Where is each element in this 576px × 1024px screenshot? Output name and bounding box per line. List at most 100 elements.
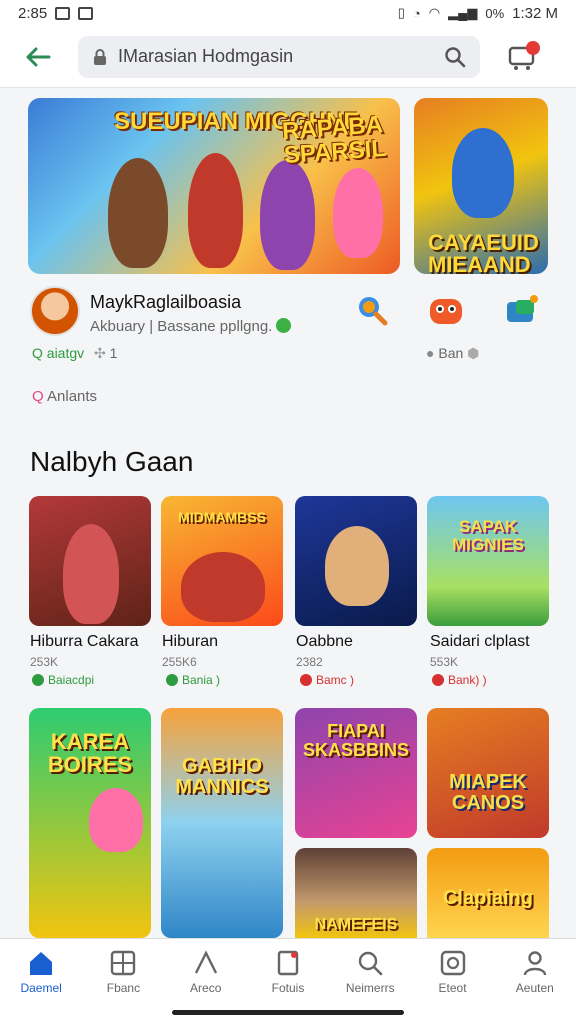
game-tag: Bania ) — [166, 673, 220, 687]
nav-label: Aeuten — [515, 981, 554, 995]
camera-icon — [440, 950, 465, 976]
featured-banner[interactable]: SUEUPIAN MIGGHNE RAPABA SPARSIL — [28, 98, 400, 274]
search-input[interactable]: IMarasian Hodmgasin — [118, 46, 434, 67]
home-icon — [30, 952, 53, 975]
banner-character — [452, 128, 514, 218]
game-art-title: Clapiaing — [442, 887, 533, 909]
nav-label: Eteot — [438, 981, 467, 995]
game-art-title: KAREA BOIRES — [47, 729, 133, 778]
nav-item-camera[interactable]: Eteot — [411, 939, 493, 1024]
puzzle-app-icon[interactable] — [504, 292, 540, 328]
arrow-left-icon — [26, 47, 51, 66]
search-app-icon[interactable] — [354, 292, 390, 328]
game-name[interactable]: Oabbne — [296, 633, 353, 651]
search-icon — [359, 951, 383, 976]
news-icon — [277, 950, 299, 976]
game-art-title: GABIHO MANNICS — [175, 755, 269, 798]
lock-icon — [94, 48, 106, 65]
banner-character — [108, 158, 168, 268]
monster-icon — [430, 299, 462, 324]
search-icon[interactable] — [444, 46, 466, 68]
nav-item-profile[interactable]: Aeuten — [494, 939, 576, 1024]
puzzle-icon — [507, 295, 538, 322]
game-name[interactable]: Hiburan — [162, 633, 218, 651]
game-art-title: MIAPEK CANOS — [449, 771, 527, 814]
top-app-bar: IMarasian Hodmgasin — [0, 26, 576, 88]
vibrate-icon: ▯ — [397, 5, 405, 20]
alarm-icon: ◔ — [412, 5, 421, 21]
nav-label: Daemel — [20, 981, 62, 995]
verified-icon — [276, 318, 291, 333]
status-time: 2:85 — [18, 4, 48, 22]
game-art-title: NAMEFEIS — [314, 916, 398, 934]
shape-icon — [194, 950, 217, 974]
game-size: 253K — [30, 655, 59, 669]
cart-badge — [526, 40, 540, 55]
right-stat: ● Ban ⬢ — [426, 345, 480, 361]
developer-avatar[interactable] — [30, 286, 80, 336]
side-banner-title: CAYAEUID MIEAAND — [428, 230, 539, 275]
game-size: 553K — [430, 655, 459, 669]
rating-icon: Q — [32, 345, 47, 361]
search-bar[interactable]: IMarasian Hodmgasin — [78, 35, 480, 78]
settings-icon: ⬢ — [467, 345, 480, 361]
nav-label: Fbanc — [106, 981, 141, 995]
game-tag: Bank) ) — [432, 673, 487, 687]
monster-app-icon[interactable] — [428, 292, 464, 328]
game-art-title: FIAPAI SKASBBINS — [303, 721, 410, 760]
developer-subtitle: Akbuary | Bassane ppllgng. — [90, 318, 273, 335]
game-tile-6[interactable]: GABIHO MANNICS — [161, 708, 283, 938]
section-title: Nalbyh Gaan — [30, 446, 194, 477]
game-tile-1[interactable] — [29, 496, 151, 626]
game-art-title: SAPAK MIGNIES — [452, 517, 524, 554]
side-banner[interactable]: CAYAEUID MIEAAND — [414, 98, 548, 274]
game-character — [89, 788, 143, 852]
game-tile-8[interactable]: MIAPEK CANOS — [427, 708, 549, 838]
banner-character — [333, 168, 383, 258]
gallery-icon — [78, 6, 94, 20]
game-name[interactable]: Saidari clplast — [430, 633, 530, 651]
profile-icon — [523, 951, 547, 976]
game-tile-4[interactable]: SAPAK MIGNIES — [427, 496, 549, 626]
nav-item-grid[interactable]: Fbanc — [82, 939, 164, 1024]
nav-label: Fotuis — [271, 981, 305, 995]
game-size: 255K6 — [162, 655, 197, 669]
status-right: ▯ ◔ ◠ ▂▄▆ 0% 1:32 M — [398, 5, 558, 22]
tag-dot-icon — [32, 674, 44, 686]
banner-character — [260, 160, 315, 270]
cart-button[interactable] — [502, 37, 542, 77]
game-name[interactable]: Hiburra Cakara — [30, 633, 138, 651]
game-tile-9[interactable]: NAMEFEIS — [295, 848, 417, 938]
game-character — [181, 552, 265, 622]
game-tile-2[interactable]: MIDMAMBSS — [161, 496, 283, 626]
rating-label: Q aiatgv — [32, 345, 85, 361]
battery-percent: 0% — [485, 5, 505, 21]
game-art-title: MIDMAMBSS — [178, 509, 266, 525]
game-tile-5[interactable]: KAREA BOIRES — [29, 708, 151, 938]
banner-character — [188, 153, 243, 268]
tag-dot-icon — [432, 674, 444, 686]
person-icon: ● — [426, 345, 439, 361]
status-clock: 1:32 M — [512, 4, 558, 22]
home-indicator[interactable] — [172, 1010, 404, 1015]
developer-name[interactable]: MaykRaglailboasia — [90, 292, 241, 313]
nav-item-home[interactable]: Daemel — [0, 939, 82, 1024]
nav-label: Areco — [190, 981, 222, 995]
notification-icon — [55, 6, 71, 20]
game-tile-7[interactable]: FIAPAI SKASBBINS — [295, 708, 417, 838]
signal-icon: ▂▄▆ — [448, 5, 478, 20]
wifi-icon: ◠ — [428, 5, 441, 20]
game-tile-10[interactable]: Clapiaing — [427, 848, 549, 938]
game-tag: Baiacdpi — [32, 673, 94, 687]
banner-title-right: RAPABA SPARSIL — [281, 111, 387, 170]
back-button[interactable] — [18, 37, 58, 77]
game-size: 2382 — [296, 655, 323, 669]
game-tile-3[interactable] — [295, 496, 417, 626]
game-character — [325, 526, 389, 606]
tag-row[interactable]: Q Anlants — [32, 388, 97, 405]
game-character — [63, 524, 119, 624]
rating-count: ✣ 1 — [94, 345, 118, 361]
grid-icon — [111, 950, 136, 976]
status-left: 2:85 — [18, 4, 94, 22]
tag-dot-icon — [166, 674, 178, 686]
